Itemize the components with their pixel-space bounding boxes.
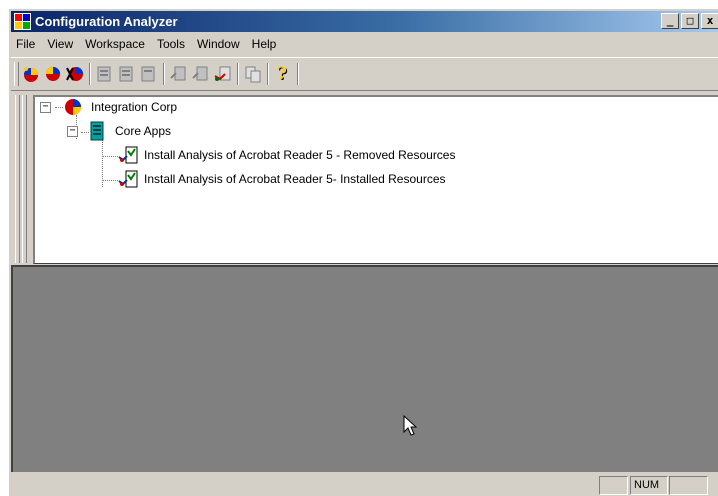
new-folder-icon (97, 66, 111, 82)
delete-workspace-icon[interactable] (65, 64, 85, 84)
mouse-pointer-icon (403, 415, 418, 436)
new-analysis-icon (170, 66, 186, 81)
toolbar-separator (297, 63, 299, 85)
menu-window[interactable]: Window (192, 35, 247, 55)
tree-node-folder[interactable]: − Core Apps (65, 121, 365, 141)
toolbar-separator (237, 63, 239, 85)
status-panel-blank (599, 476, 628, 495)
tree-node-root[interactable]: − Integration Corp (39, 97, 339, 117)
status-num-indicator: NUM (630, 476, 668, 495)
collapse-folder-expander[interactable]: − (67, 126, 78, 137)
toolbar-separator (89, 63, 91, 85)
window-title: Configuration Analyzer (35, 14, 178, 29)
close-button[interactable]: x (701, 13, 718, 29)
tree-node-label: Core Apps (115, 124, 172, 138)
menu-tools[interactable]: Tools (152, 35, 192, 55)
copy-icon (245, 66, 261, 83)
analysis-icon (118, 170, 138, 188)
toolbar-separator (163, 63, 165, 85)
workspace-tree: − Integration Corp − Core Apps Install A… (33, 95, 718, 264)
caption-buttons: _ □ x (661, 13, 718, 31)
menu-workspace[interactable]: Workspace (80, 35, 152, 55)
open-analysis-icon (192, 66, 208, 81)
toolbar-separator (267, 63, 269, 85)
svg-text:?: ? (277, 64, 287, 84)
main-window: Configuration Analyzer _ □ x File View W… (8, 8, 718, 496)
title-bar[interactable]: Configuration Analyzer _ □ x (11, 11, 718, 32)
tree-item-analysis[interactable]: Install Analysis of Acrobat Reader 5- In… (118, 169, 498, 189)
app-icon (14, 13, 31, 30)
open-workspace-icon[interactable] (43, 64, 63, 84)
server-folder-icon (90, 121, 104, 141)
workspace-icon (65, 99, 81, 115)
close-folder-icon (141, 66, 155, 82)
toolbar: ? ? (11, 57, 718, 91)
tree-line (102, 156, 118, 157)
menu-file[interactable]: File (11, 35, 42, 55)
status-bar: NUM (9, 472, 718, 496)
menu-view[interactable]: View (42, 35, 80, 55)
mdi-client-area[interactable] (11, 265, 718, 472)
tree-line (102, 180, 118, 181)
menu-bar: File View Workspace Tools Window Help (11, 35, 283, 55)
maximize-button[interactable]: □ (681, 13, 699, 29)
tree-item-label: Install Analysis of Acrobat Reader 5- In… (144, 172, 446, 186)
new-workspace-icon[interactable] (21, 64, 41, 84)
run-analysis-icon[interactable] (213, 64, 233, 84)
minimize-button[interactable]: _ (661, 13, 679, 29)
open-folder-icon (119, 66, 133, 82)
analysis-icon (118, 146, 138, 164)
toolbar-grip[interactable] (14, 62, 19, 86)
collapse-root-expander[interactable]: − (40, 102, 51, 113)
help-icon[interactable]: ? ? (273, 64, 293, 84)
menu-help[interactable]: Help (247, 35, 284, 55)
tree-item-analysis[interactable]: Install Analysis of Acrobat Reader 5 - R… (118, 145, 498, 165)
status-panel-blank (669, 476, 708, 495)
tree-item-label: Install Analysis of Acrobat Reader 5 - R… (144, 148, 456, 162)
pane-grip[interactable] (15, 95, 27, 263)
tree-node-label: Integration Corp (91, 100, 178, 114)
